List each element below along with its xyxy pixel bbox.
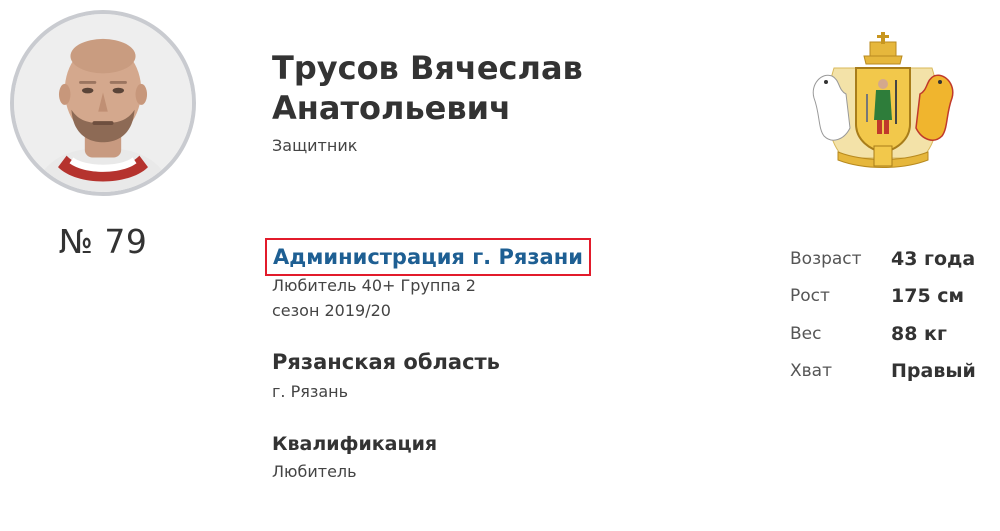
region-title: Рязанская область [272, 350, 500, 374]
region-city: г. Рязань [272, 382, 349, 401]
stat-row-grip: Хват Правый [790, 353, 995, 391]
stat-row-height: Рост 175 см [790, 278, 995, 316]
stat-label: Хват [790, 361, 832, 382]
qualification-title: Квалификация [272, 433, 438, 455]
stat-label: Рост [790, 286, 830, 307]
player-name-line2: Анатольевич [272, 89, 512, 127]
coat-of-arms-icon [812, 32, 954, 168]
team-link[interactable]: Администрация г. Рязани [265, 238, 591, 276]
stat-value: 43 года [891, 247, 976, 270]
stat-label: Возраст [790, 248, 862, 269]
stat-value: Правый [891, 360, 976, 383]
player-name-line1: Трусов Вячеслав [272, 49, 583, 87]
player-stats: Возраст 43 года Рост 175 см Вес 88 кг Хв… [790, 240, 995, 390]
qualification-value: Любитель [272, 462, 357, 481]
team-league: Любитель 40+ Группа 2 [272, 276, 476, 295]
player-name: Трусов Вячеслав Анатольевич [272, 48, 712, 128]
team-emblem [804, 28, 962, 170]
player-position: Защитник [272, 136, 358, 155]
player-avatar-icon [14, 14, 192, 192]
stat-label: Вес [790, 323, 822, 344]
player-photo [10, 10, 196, 196]
stat-value: 88 кг [891, 322, 947, 345]
team-season: сезон 2019/20 [272, 301, 391, 320]
stat-value: 175 см [891, 285, 965, 308]
stat-row-age: Возраст 43 года [790, 240, 995, 278]
stat-row-weight: Вес 88 кг [790, 315, 995, 353]
player-number: № 79 [58, 222, 148, 261]
